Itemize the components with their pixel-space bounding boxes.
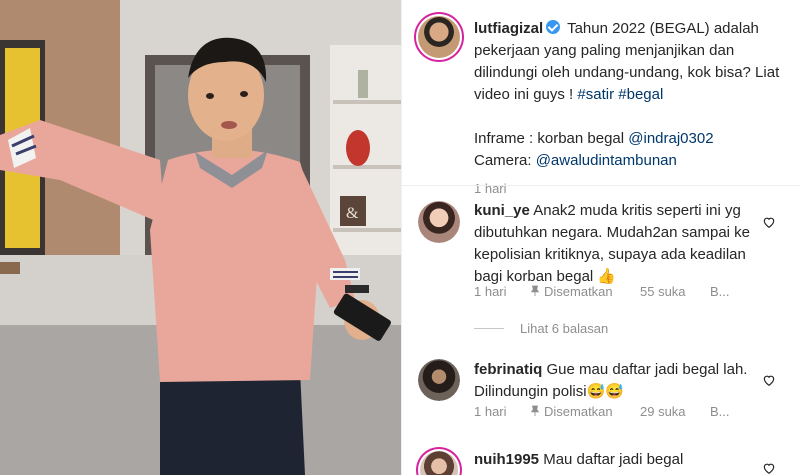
- svg-text:&: &: [346, 205, 359, 222]
- hashtag-satir[interactable]: #satir: [577, 86, 614, 103]
- commenter-username[interactable]: nuih1995: [474, 451, 539, 468]
- like-count[interactable]: 55 suka: [640, 284, 710, 299]
- post-time: 1 hari: [474, 181, 507, 196]
- reply-button[interactable]: B...: [710, 284, 730, 299]
- post-media[interactable]: &: [0, 0, 401, 475]
- hashtag-begal[interactable]: #begal: [618, 86, 663, 103]
- author-username[interactable]: lutfiagizal: [474, 20, 543, 37]
- commenter-avatar[interactable]: [418, 449, 460, 475]
- commenter-username[interactable]: kuni_ye: [474, 202, 530, 219]
- camera-label: Camera:: [474, 152, 532, 169]
- pin-icon: [530, 405, 540, 416]
- replies-line: [474, 328, 504, 329]
- heart-outline-icon[interactable]: [762, 461, 776, 475]
- heart-outline-icon[interactable]: [762, 373, 776, 387]
- pinned-label: Disematkan: [544, 284, 613, 299]
- video-frame-image: &: [0, 0, 401, 475]
- reply-button[interactable]: B...: [710, 404, 730, 419]
- like-count[interactable]: 29 suka: [640, 404, 710, 419]
- comment-meta: 1 hari Disematkan 55 suka B...: [474, 284, 730, 299]
- heart-outline-icon[interactable]: [762, 215, 776, 229]
- comment-text: Mau daftar jadi begal: [543, 451, 684, 468]
- camera-mention[interactable]: @awaludintambunan: [536, 152, 677, 169]
- commenter-avatar[interactable]: [418, 201, 460, 243]
- inframe-label: Inframe : korban begal: [474, 130, 625, 147]
- comment-meta: 1 hari Disematkan 29 suka B...: [474, 404, 730, 419]
- comment-time: 1 hari: [474, 404, 507, 419]
- commenter-avatar[interactable]: [418, 359, 460, 401]
- comments-panel: lutfiagizal Tahun 2022 (BEGAL) adalah pe…: [401, 0, 800, 475]
- pin-icon: [530, 285, 540, 296]
- divider: [402, 185, 800, 186]
- commenter-username[interactable]: febrinatiq: [474, 361, 542, 378]
- verified-badge-icon: [546, 20, 561, 34]
- inframe-mention[interactable]: @indraj0302: [628, 130, 713, 147]
- comment-time: 1 hari: [474, 284, 507, 299]
- view-replies-button[interactable]: Lihat 6 balasan: [474, 321, 608, 336]
- pinned-label: Disematkan: [544, 404, 613, 419]
- author-avatar[interactable]: [416, 14, 462, 60]
- view-replies-label: Lihat 6 balasan: [520, 321, 609, 336]
